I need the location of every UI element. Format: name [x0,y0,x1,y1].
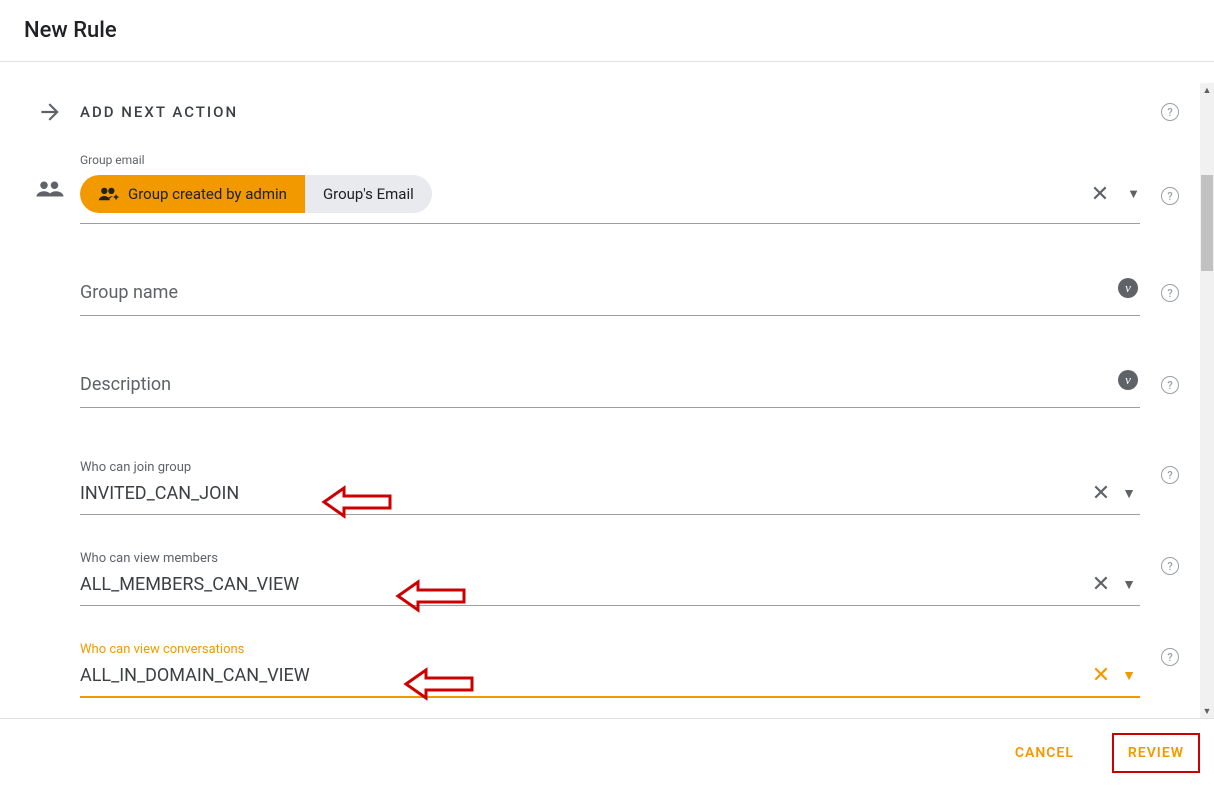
chip-label: Group's Email [323,185,414,203]
variable-badge-icon[interactable]: v [1118,370,1138,390]
footer: CANCEL REVIEW [0,718,1214,786]
scroll-track[interactable] [1200,97,1214,704]
group-email-label: Group email [80,153,1140,167]
vertical-scrollbar[interactable]: ▲ ▼ [1200,83,1214,718]
section-title: ADD NEXT ACTION [80,103,1140,121]
select-label: Who can join group [80,460,1140,475]
clear-icon[interactable]: ✕ [1084,572,1118,597]
chip-label: Group created by admin [128,185,287,203]
people-plus-icon [98,186,120,202]
chevron-down-icon[interactable]: ▼ [1127,186,1140,202]
help-icon[interactable]: ? [1161,284,1179,302]
help-icon[interactable]: ? [1161,557,1179,575]
clear-icon[interactable]: ✕ [1084,663,1118,688]
scroll-up-icon[interactable]: ▲ [1200,83,1214,97]
group-name-input[interactable] [80,276,1140,316]
page-title: New Rule [24,18,1190,43]
cancel-button[interactable]: CANCEL [1001,733,1088,773]
select-value[interactable]: ALL_IN_DOMAIN_CAN_VIEW [80,665,1084,686]
people-icon [35,179,65,199]
scroll-thumb[interactable] [1201,175,1213,271]
help-icon[interactable]: ? [1161,103,1179,121]
variable-badge-icon[interactable]: v [1118,278,1138,298]
group-email-chipbar: Group created by admin Group's Email ✕ ▼ [80,173,1140,224]
chevron-down-icon[interactable]: ▼ [1118,485,1140,502]
help-icon[interactable]: ? [1161,648,1179,666]
review-button[interactable]: REVIEW [1112,733,1200,773]
chevron-down-icon[interactable]: ▼ [1118,576,1140,593]
help-icon[interactable]: ? [1161,466,1179,484]
select-label: Who can view members [80,551,1140,566]
description-input[interactable] [80,368,1140,408]
page-header: New Rule [0,0,1214,61]
divider [0,61,1214,62]
chevron-down-icon[interactable]: ▼ [1118,667,1140,684]
who-can-view-conversations-field: Who can view conversations ALL_IN_DOMAIN… [80,642,1140,698]
select-label: Who can view conversations [80,642,1140,657]
clear-icon[interactable]: ✕ [1084,481,1118,506]
help-icon[interactable]: ? [1161,376,1179,394]
arrow-forward-icon [37,99,63,125]
help-icon[interactable]: ? [1161,187,1179,205]
scroll-down-icon[interactable]: ▼ [1200,704,1214,718]
clear-icon[interactable]: ✕ [1091,182,1109,207]
who-can-join-field: Who can join group INVITED_CAN_JOIN ✕ ▼ [80,460,1140,515]
chip-group-created-by-admin[interactable]: Group created by admin [80,175,305,213]
select-value[interactable]: INVITED_CAN_JOIN [80,483,1084,504]
chip-groups-email[interactable]: Group's Email [305,175,432,213]
who-can-view-members-field: Who can view members ALL_MEMBERS_CAN_VIE… [80,551,1140,606]
description-field: Description v [80,368,1140,408]
scroll-viewport[interactable]: ADD NEXT ACTION ? Group email [0,83,1200,718]
select-value[interactable]: ALL_MEMBERS_CAN_VIEW [80,574,1084,595]
group-name-field: Group name v [80,276,1140,316]
